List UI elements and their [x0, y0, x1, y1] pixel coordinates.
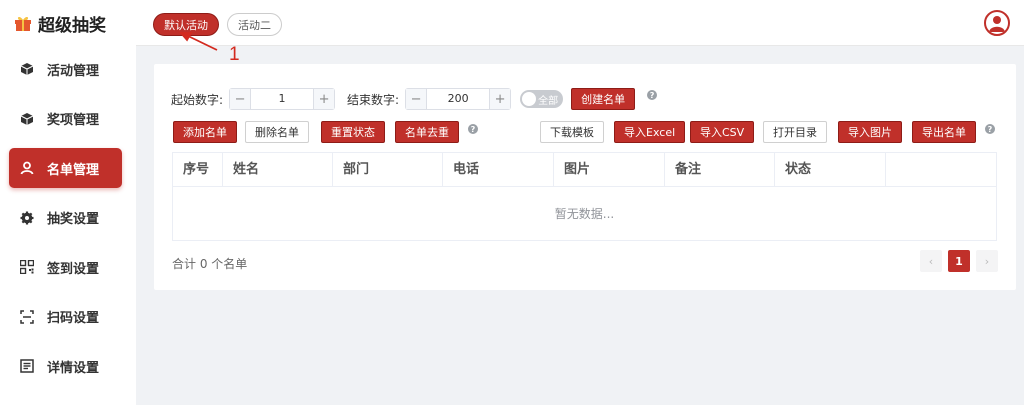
page-number[interactable]: 1	[948, 250, 970, 272]
logo: 超级抽奖	[0, 0, 136, 46]
range-controls: 起始数字: − 1 + 结束数字: − 200 + 全部 创建名单 ?	[171, 88, 658, 110]
sidebar-item-activity[interactable]: 活动管理	[9, 49, 122, 89]
sidebar-item-checkin[interactable]: 签到设置	[9, 247, 122, 287]
cube-icon	[20, 112, 34, 126]
sidebar-item-lists[interactable]: 名单管理	[9, 148, 122, 188]
list-table: 序号 姓名 部门 电话 图片 备注 状态 暂无数据...	[172, 152, 997, 241]
user-icon	[20, 161, 34, 175]
table-header: 序号 姓名 部门 电话 图片 备注 状态	[173, 153, 996, 187]
top-header: 默认活动 活动二	[136, 0, 1024, 46]
help-icon[interactable]: ?	[468, 124, 478, 134]
gear-icon	[20, 211, 34, 225]
gift-icon	[15, 16, 31, 31]
list-panel: 起始数字: − 1 + 结束数字: − 200 + 全部 创建名单 ? 添加名单…	[154, 64, 1016, 290]
total-count: 合计 0 个名单	[172, 257, 248, 271]
sidebar: 超级抽奖 活动管理 奖项管理 名单管理 抽奖设置 签到设置 扫码设置 详情设置	[0, 0, 136, 405]
sidebar-item-label: 活动管理	[47, 63, 100, 79]
start-number-stepper: − 1 +	[229, 88, 336, 110]
column-header-department[interactable]: 部门	[333, 153, 443, 187]
dedupe-list-button[interactable]: 名单去重	[395, 121, 459, 143]
start-decrement-button[interactable]: −	[230, 89, 252, 109]
toggle-knob	[522, 92, 537, 106]
column-header-image[interactable]: 图片	[554, 153, 665, 187]
column-header-extra	[886, 153, 996, 187]
prev-page-button[interactable]: ‹	[920, 250, 942, 272]
import-csv-button[interactable]: 导入CSV	[690, 121, 755, 143]
sidebar-item-label: 扫码设置	[47, 311, 100, 326]
tab-activity-two[interactable]: 活动二	[227, 13, 282, 36]
toggle-label: 全部	[538, 95, 559, 107]
empty-state: 暂无数据...	[554, 207, 615, 221]
document-icon	[20, 359, 34, 373]
column-header-remark[interactable]: 备注	[665, 153, 775, 187]
sidebar-item-prizes[interactable]: 奖项管理	[9, 99, 122, 139]
sidebar-item-label: 详情设置	[47, 360, 100, 376]
sidebar-item-label: 奖项管理	[47, 113, 100, 128]
column-header-index[interactable]: 序号	[173, 153, 223, 187]
end-label: 结束数字:	[347, 92, 400, 107]
column-header-status[interactable]: 状态	[775, 153, 886, 187]
import-image-button[interactable]: 导入图片	[838, 121, 902, 143]
annotation-1: 1	[229, 44, 240, 65]
start-increment-button[interactable]: +	[313, 89, 335, 109]
import-excel-button[interactable]: 导入Excel	[614, 121, 686, 143]
scan-icon	[20, 309, 34, 324]
help-icon[interactable]: ?	[985, 124, 995, 134]
all-toggle[interactable]: 全部	[520, 90, 564, 108]
end-number-input[interactable]: 200	[427, 89, 489, 109]
sidebar-menu: 活动管理 奖项管理 名单管理 抽奖设置 签到设置 扫码设置 详情设置	[0, 49, 136, 386]
sidebar-item-draw-settings[interactable]: 抽奖设置	[9, 198, 122, 238]
sidebar-item-label: 签到设置	[47, 261, 100, 277]
end-decrement-button[interactable]: −	[406, 89, 428, 109]
column-header-name[interactable]: 姓名	[223, 153, 333, 187]
app-title: 超级抽奖	[38, 15, 106, 36]
avatar[interactable]	[984, 10, 1010, 36]
open-directory-button[interactable]: 打开目录	[763, 121, 827, 143]
delete-list-button[interactable]: 删除名单	[245, 121, 309, 143]
next-page-button[interactable]: ›	[976, 250, 998, 272]
export-list-button[interactable]: 导出名单	[912, 121, 976, 143]
start-number-input[interactable]: 1	[251, 89, 313, 109]
cube-icon	[20, 62, 34, 76]
start-label: 起始数字:	[171, 92, 224, 107]
column-header-phone[interactable]: 电话	[443, 153, 554, 187]
reset-status-button[interactable]: 重置状态	[321, 121, 385, 143]
download-template-button[interactable]: 下载模板	[540, 121, 604, 143]
pagination: ‹ 1 ›	[920, 250, 998, 272]
end-increment-button[interactable]: +	[489, 89, 511, 109]
sidebar-item-details[interactable]: 详情设置	[9, 346, 122, 386]
sidebar-item-scan[interactable]: 扫码设置	[9, 297, 122, 337]
create-list-button[interactable]: 创建名单	[571, 88, 636, 110]
qrcode-icon	[20, 260, 34, 274]
tab-default-activity[interactable]: 默认活动	[153, 13, 219, 36]
add-list-button[interactable]: 添加名单	[173, 121, 237, 143]
sidebar-item-label: 名单管理	[47, 162, 100, 178]
help-icon[interactable]: ?	[647, 90, 658, 100]
sidebar-item-label: 抽奖设置	[47, 212, 100, 227]
user-avatar-icon	[989, 16, 1005, 32]
end-number-stepper: − 200 +	[405, 88, 512, 110]
